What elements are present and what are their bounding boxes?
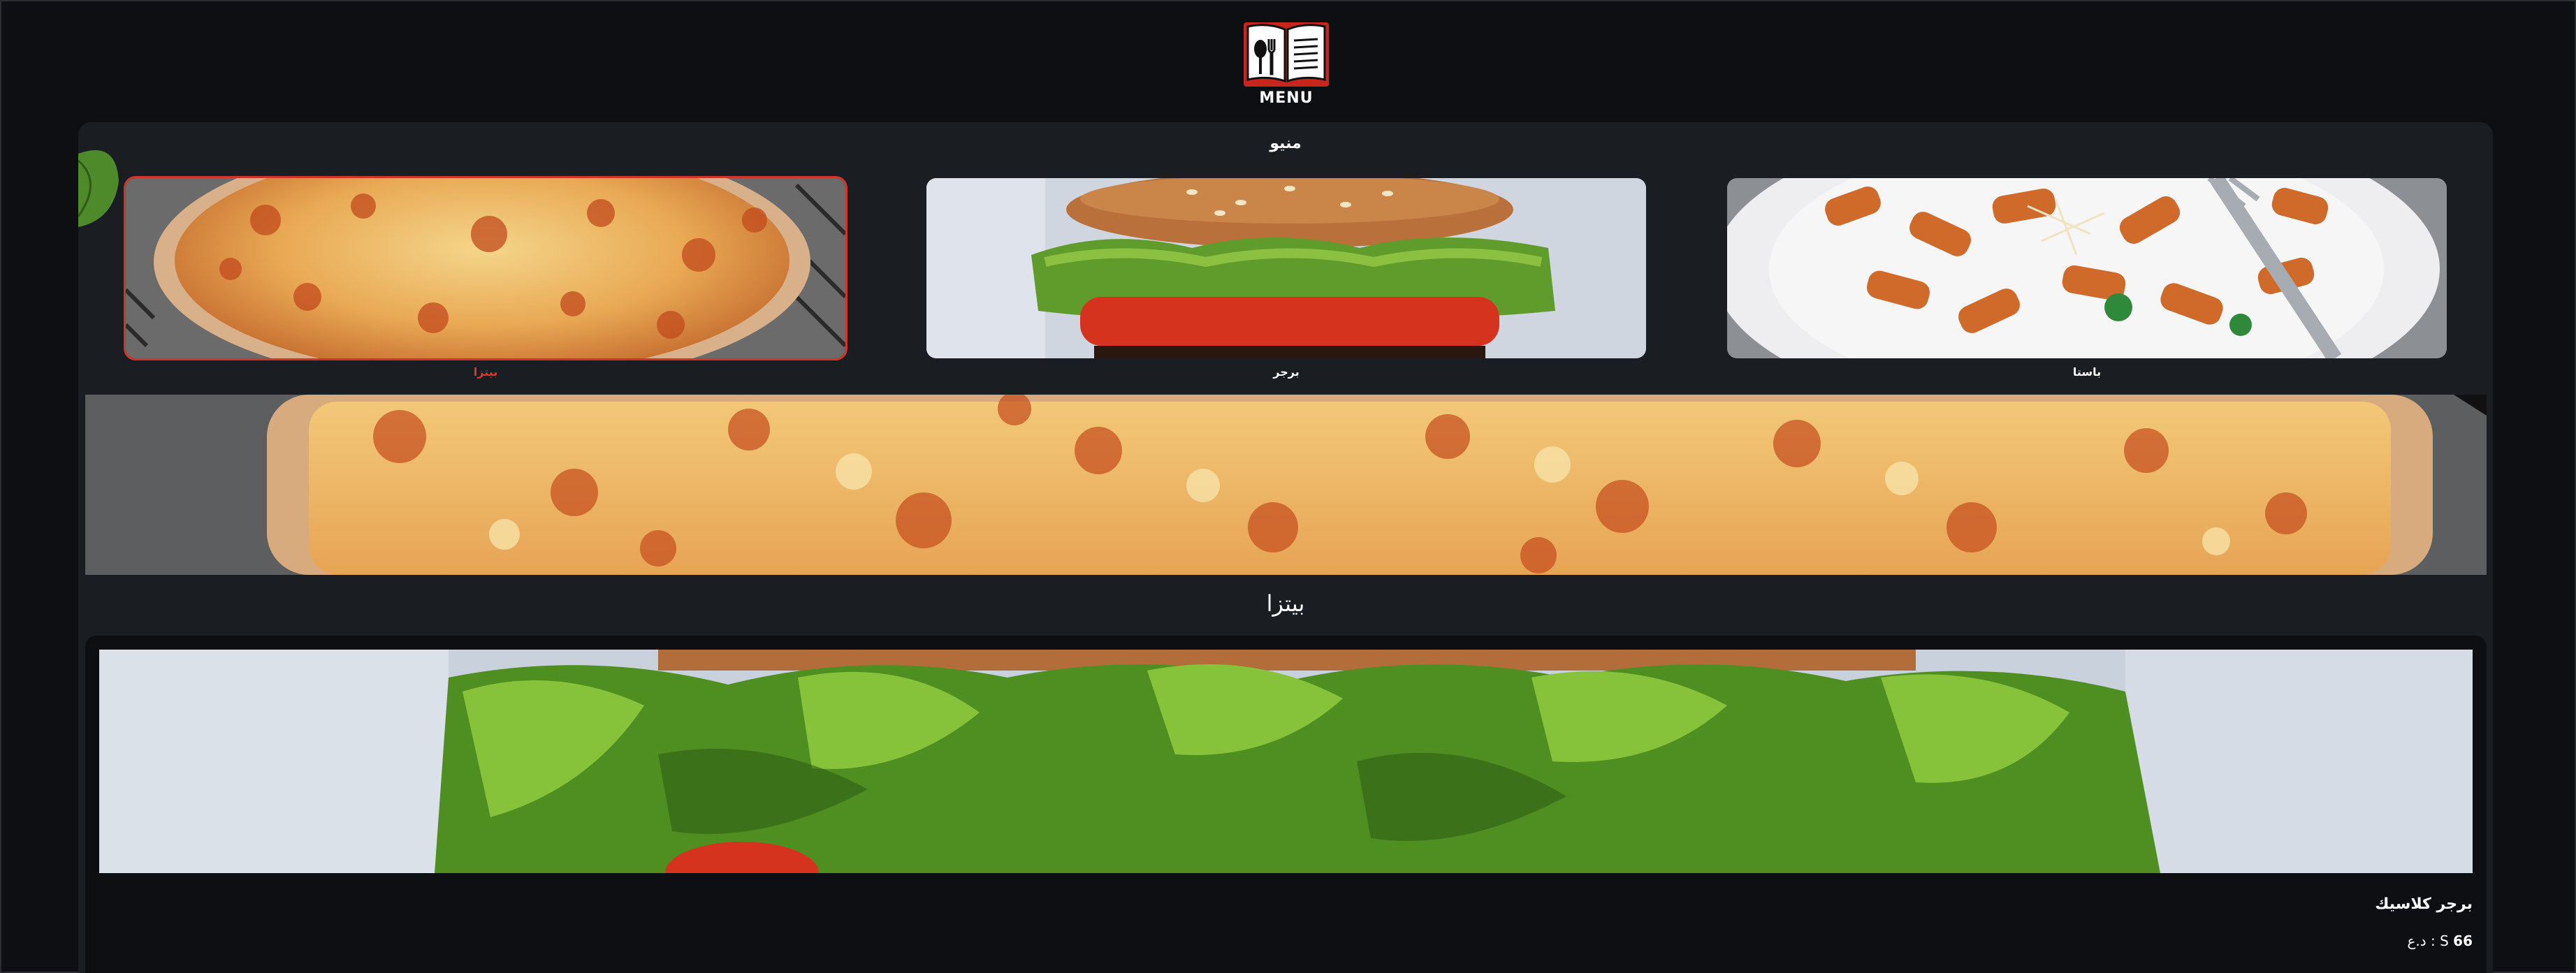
burger-image — [926, 178, 1646, 358]
menu-book-icon — [1244, 22, 1329, 87]
leaf-decoration-icon — [78, 150, 119, 227]
burger-item-image — [99, 650, 2473, 873]
pizza-banner-image — [85, 395, 2487, 575]
logo-text: MENU — [1259, 89, 1314, 107]
category-label-burger[interactable]: برجر — [926, 365, 1646, 379]
category-card-pasta[interactable] — [1727, 178, 2447, 358]
menu-item-card[interactable]: برجر كلاسيك د.ع : S 66 — [85, 636, 2487, 973]
category-label-pizza[interactable]: بيتزا — [126, 365, 845, 379]
item-price-value: 66 — [2453, 932, 2473, 949]
menu-logo[interactable]: MENU — [1241, 20, 1332, 110]
item-price: د.ع : S 66 — [2407, 932, 2473, 949]
section-title: بيتزا — [1266, 590, 1305, 617]
pizza-image — [126, 178, 845, 358]
category-label-pasta[interactable]: باستا — [1727, 365, 2447, 379]
category-banner — [85, 395, 2487, 575]
pasta-image — [1727, 178, 2447, 358]
item-image — [99, 650, 2473, 873]
item-name: برجر كلاسيك — [2375, 895, 2473, 913]
item-price-suffix: د.ع : S — [2407, 932, 2449, 949]
category-card-burger[interactable] — [926, 178, 1646, 358]
category-card-pizza[interactable] — [126, 178, 845, 358]
panel-title: منيو — [1269, 135, 1302, 152]
